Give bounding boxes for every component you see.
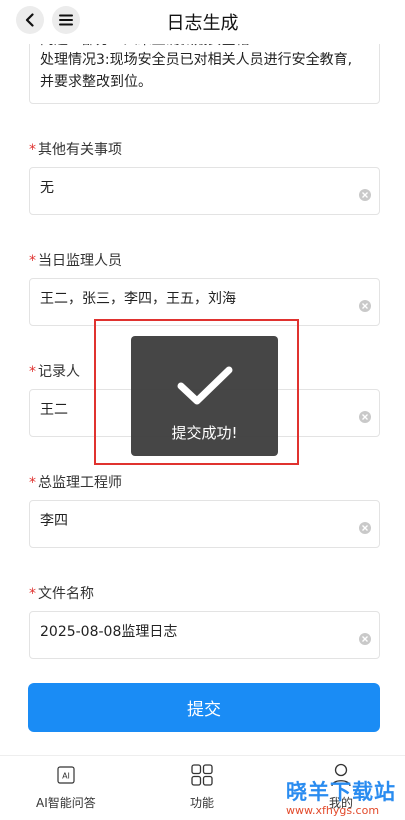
file-name-input[interactable]: 2025-08-08监理日志: [29, 611, 380, 659]
chief-engineer-value: 李四: [40, 513, 68, 529]
clear-icon[interactable]: [359, 411, 371, 423]
hamburger-icon: [59, 14, 73, 26]
grid-icon: [190, 762, 214, 788]
tab-ai-qa[interactable]: AI AI智能问答: [36, 762, 96, 811]
required-mark: *: [29, 253, 36, 269]
chief-engineer-input[interactable]: 李四: [29, 500, 380, 548]
supervisors-label: * 当日监理人员: [29, 253, 122, 269]
svg-text:AI: AI: [62, 772, 70, 781]
checkmark-icon: [177, 366, 232, 405]
clear-icon[interactable]: [359, 633, 371, 645]
required-mark: *: [29, 475, 36, 491]
clear-icon[interactable]: [359, 300, 371, 312]
other-matters-input[interactable]: 无: [29, 167, 380, 215]
tab-functions[interactable]: 功能: [190, 762, 214, 811]
tab-ai-label: AI智能问答: [36, 796, 96, 810]
notes-line-1: 处理情况3:现场安全员已对相关人员进行安全教育,: [40, 52, 353, 68]
ai-icon: AI: [57, 762, 75, 788]
watermark-url: www.xfhygs.com: [286, 804, 380, 817]
recorder-label: * 记录人: [29, 364, 80, 380]
watermark-title: 晓羊下载站: [286, 780, 396, 804]
clear-icon[interactable]: [359, 189, 371, 201]
chief-engineer-label: * 总监理工程师: [29, 475, 122, 491]
back-button[interactable]: [16, 6, 44, 34]
submit-button[interactable]: 提交: [28, 683, 380, 732]
required-mark: *: [29, 364, 36, 380]
chevron-left-icon: [25, 13, 34, 27]
success-toast: 提交成功!: [131, 336, 278, 456]
other-matters-label: * 其他有关事项: [29, 142, 122, 158]
toast-message: 提交成功!: [171, 424, 238, 442]
menu-button[interactable]: [52, 6, 80, 34]
clear-icon[interactable]: [359, 522, 371, 534]
required-mark: *: [29, 586, 36, 602]
supervisors-value: 王二，张三，李四，王五，刘海: [40, 291, 236, 307]
site-watermark: 晓羊下载站 www.xfhygs.com: [286, 776, 396, 817]
notes-line-2: 并要求整改到位。: [40, 74, 152, 90]
required-mark: *: [29, 142, 36, 158]
page-title: 日志生成: [166, 13, 239, 34]
app-header: 日志生成: [0, 0, 405, 44]
recorder-value: 王二: [40, 402, 68, 418]
file-name-value: 2025-08-08监理日志: [40, 624, 178, 640]
file-name-label: * 文件名称: [29, 586, 94, 602]
other-matters-value: 无: [40, 180, 54, 196]
tab-functions-label: 功能: [190, 796, 215, 810]
